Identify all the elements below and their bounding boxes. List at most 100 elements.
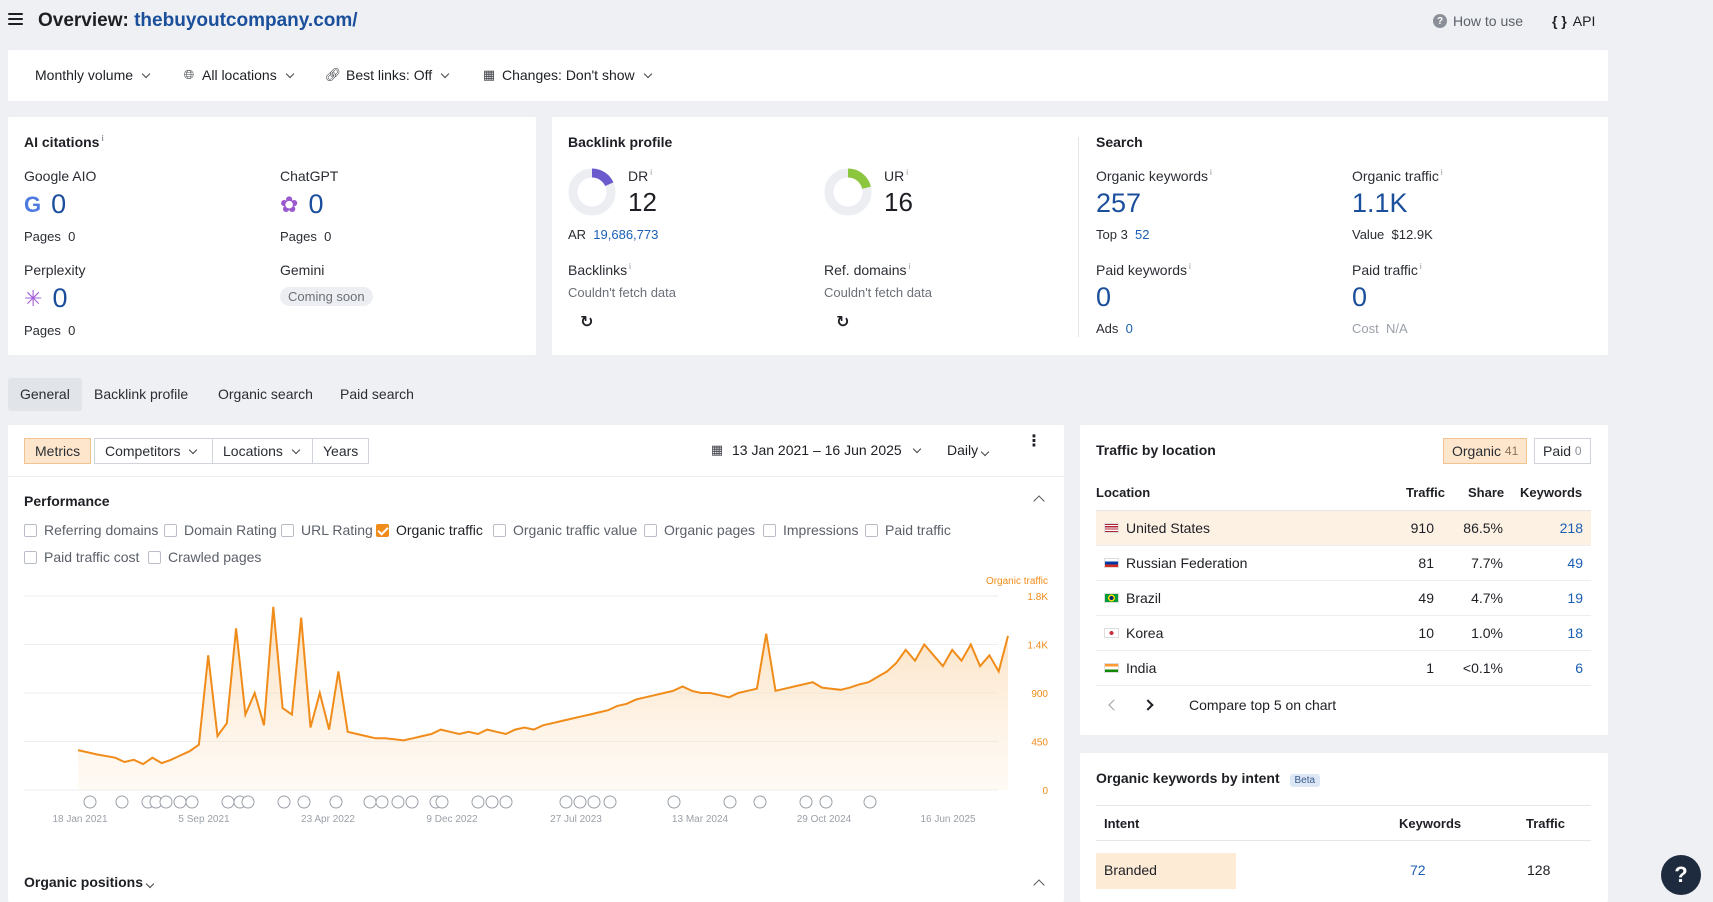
checkbox-box[interactable] bbox=[376, 523, 389, 537]
best-links-dropdown[interactable]: 🔗︎ Best links: Off bbox=[325, 67, 450, 83]
collapse-icon[interactable] bbox=[1033, 879, 1045, 891]
checkbox-box[interactable] bbox=[164, 523, 177, 537]
next-page-icon[interactable] bbox=[1142, 699, 1154, 711]
compare-top5-link[interactable]: Compare top 5 on chart bbox=[1189, 697, 1336, 713]
checkbox-box[interactable] bbox=[644, 523, 657, 537]
location-keywords[interactable]: 18 bbox=[1567, 625, 1583, 641]
google-aio-value[interactable]: 0 bbox=[51, 189, 66, 220]
refresh-icon[interactable]: ↻ bbox=[580, 312, 593, 332]
checkbox-organic-traffic[interactable]: Organic traffic bbox=[376, 522, 483, 538]
info-icon[interactable]: i bbox=[1420, 262, 1422, 271]
interval-dropdown[interactable]: Daily bbox=[947, 442, 990, 458]
update-marker[interactable] bbox=[297, 795, 311, 809]
tab-organic-search[interactable]: Organic search bbox=[206, 378, 325, 411]
menu-icon[interactable] bbox=[8, 13, 23, 25]
update-marker[interactable] bbox=[375, 795, 389, 809]
checkbox-box[interactable] bbox=[24, 523, 37, 537]
ar-value[interactable]: 19,686,773 bbox=[593, 227, 658, 242]
organic-positions-title[interactable]: Organic positions bbox=[24, 874, 155, 890]
changes-dropdown[interactable]: ▦ Changes: Don't show bbox=[482, 67, 652, 83]
update-marker[interactable] bbox=[667, 795, 681, 809]
top3-value[interactable]: 52 bbox=[1135, 227, 1149, 242]
intent-branded-keywords[interactable]: 72 bbox=[1410, 862, 1426, 878]
update-marker[interactable] bbox=[83, 795, 97, 809]
update-marker[interactable] bbox=[573, 795, 587, 809]
update-marker[interactable] bbox=[173, 795, 187, 809]
location-keywords[interactable]: 218 bbox=[1560, 520, 1583, 536]
location-keywords[interactable]: 6 bbox=[1575, 660, 1583, 676]
table-row[interactable]: United States 910 86.5% 218 bbox=[1096, 511, 1591, 546]
paid-keywords-value[interactable]: 0 bbox=[1096, 282, 1111, 313]
collapse-icon[interactable] bbox=[1033, 495, 1045, 507]
checkbox-box[interactable] bbox=[763, 523, 776, 537]
table-row[interactable]: Brazil 49 4.7% 19 bbox=[1096, 581, 1591, 616]
update-marker[interactable] bbox=[485, 795, 499, 809]
update-marker[interactable] bbox=[329, 795, 343, 809]
checkbox-organic-traffic-value[interactable]: Organic traffic value bbox=[493, 522, 637, 538]
table-row[interactable]: India 1 <0.1% 6 bbox=[1096, 651, 1591, 686]
update-marker[interactable] bbox=[499, 795, 513, 809]
refresh-icon[interactable]: ↻ bbox=[836, 312, 849, 332]
chatgpt-value[interactable]: 0 bbox=[308, 189, 323, 220]
update-marker[interactable] bbox=[241, 795, 255, 809]
monthly-volume-dropdown[interactable]: Monthly volume bbox=[35, 67, 151, 83]
update-marker[interactable] bbox=[471, 795, 485, 809]
update-marker[interactable] bbox=[819, 795, 833, 809]
location-keywords[interactable]: 49 bbox=[1567, 555, 1583, 571]
locations-dropdown[interactable]: 🌐︎ All locations bbox=[182, 67, 294, 83]
organic-toggle[interactable]: Organic 41 bbox=[1443, 438, 1528, 464]
update-marker[interactable] bbox=[587, 795, 601, 809]
more-options-icon[interactable]: ⋮ bbox=[1026, 434, 1042, 450]
ads-value[interactable]: 0 bbox=[1126, 321, 1133, 336]
update-marker[interactable] bbox=[159, 795, 173, 809]
checkbox-box[interactable] bbox=[281, 523, 294, 537]
paid-traffic-value[interactable]: 0 bbox=[1352, 282, 1367, 313]
checkbox-referring-domains[interactable]: Referring domains bbox=[24, 522, 158, 538]
checkbox-organic-pages[interactable]: Organic pages bbox=[644, 522, 755, 538]
checkbox-paid-traffic-cost[interactable]: Paid traffic cost bbox=[24, 549, 139, 565]
checkbox-domain-rating[interactable]: Domain Rating bbox=[164, 522, 277, 538]
info-icon[interactable]: i bbox=[906, 168, 908, 177]
checkbox-impressions[interactable]: Impressions bbox=[763, 522, 858, 538]
update-marker[interactable] bbox=[753, 795, 767, 809]
prev-page-icon[interactable] bbox=[1108, 699, 1120, 711]
how-to-use-link[interactable]: ? How to use bbox=[1433, 13, 1523, 29]
update-marker[interactable] bbox=[559, 795, 573, 809]
checkbox-box[interactable] bbox=[148, 550, 161, 564]
years-button[interactable]: Years bbox=[312, 438, 370, 464]
date-range-dropdown[interactable]: ▦ 13 Jan 2021 – 16 Jun 2025 bbox=[710, 442, 921, 458]
perplexity-value[interactable]: 0 bbox=[52, 283, 67, 314]
location-keywords[interactable]: 19 bbox=[1567, 590, 1583, 606]
paid-toggle[interactable]: Paid 0 bbox=[1534, 438, 1591, 464]
checkbox-paid-traffic[interactable]: Paid traffic bbox=[865, 522, 951, 538]
info-icon[interactable]: i bbox=[629, 262, 631, 271]
update-marker[interactable] bbox=[799, 795, 813, 809]
info-icon[interactable]: i bbox=[908, 262, 910, 271]
tab-backlink-profile[interactable]: Backlink profile bbox=[82, 378, 200, 411]
checkbox-crawled-pages[interactable]: Crawled pages bbox=[148, 549, 261, 565]
update-marker[interactable] bbox=[723, 795, 737, 809]
update-marker[interactable] bbox=[863, 795, 877, 809]
tab-paid-search[interactable]: Paid search bbox=[328, 378, 426, 411]
locations-chart-dropdown[interactable]: Locations bbox=[212, 438, 313, 464]
checkbox-url-rating[interactable]: URL Rating bbox=[281, 522, 373, 538]
checkbox-box[interactable] bbox=[493, 523, 506, 537]
info-icon[interactable]: i bbox=[101, 134, 103, 143]
info-icon[interactable]: i bbox=[1441, 168, 1443, 177]
info-icon[interactable]: i bbox=[650, 168, 652, 177]
help-button[interactable]: ? bbox=[1661, 855, 1701, 895]
competitors-dropdown[interactable]: Competitors bbox=[94, 438, 213, 464]
tab-general[interactable]: General bbox=[8, 378, 82, 411]
info-icon[interactable]: i bbox=[1189, 262, 1191, 271]
update-marker[interactable] bbox=[435, 795, 449, 809]
update-marker[interactable] bbox=[391, 795, 405, 809]
organic-traffic-value[interactable]: 1.1K bbox=[1352, 188, 1408, 219]
checkbox-box[interactable] bbox=[865, 523, 878, 537]
info-icon[interactable]: i bbox=[1210, 168, 1212, 177]
update-marker[interactable] bbox=[363, 795, 377, 809]
update-marker[interactable] bbox=[603, 795, 617, 809]
update-marker[interactable] bbox=[115, 795, 129, 809]
api-link[interactable]: { } API bbox=[1552, 13, 1595, 29]
table-row[interactable]: Russian Federation 81 7.7% 49 bbox=[1096, 546, 1591, 581]
update-marker[interactable] bbox=[221, 795, 235, 809]
